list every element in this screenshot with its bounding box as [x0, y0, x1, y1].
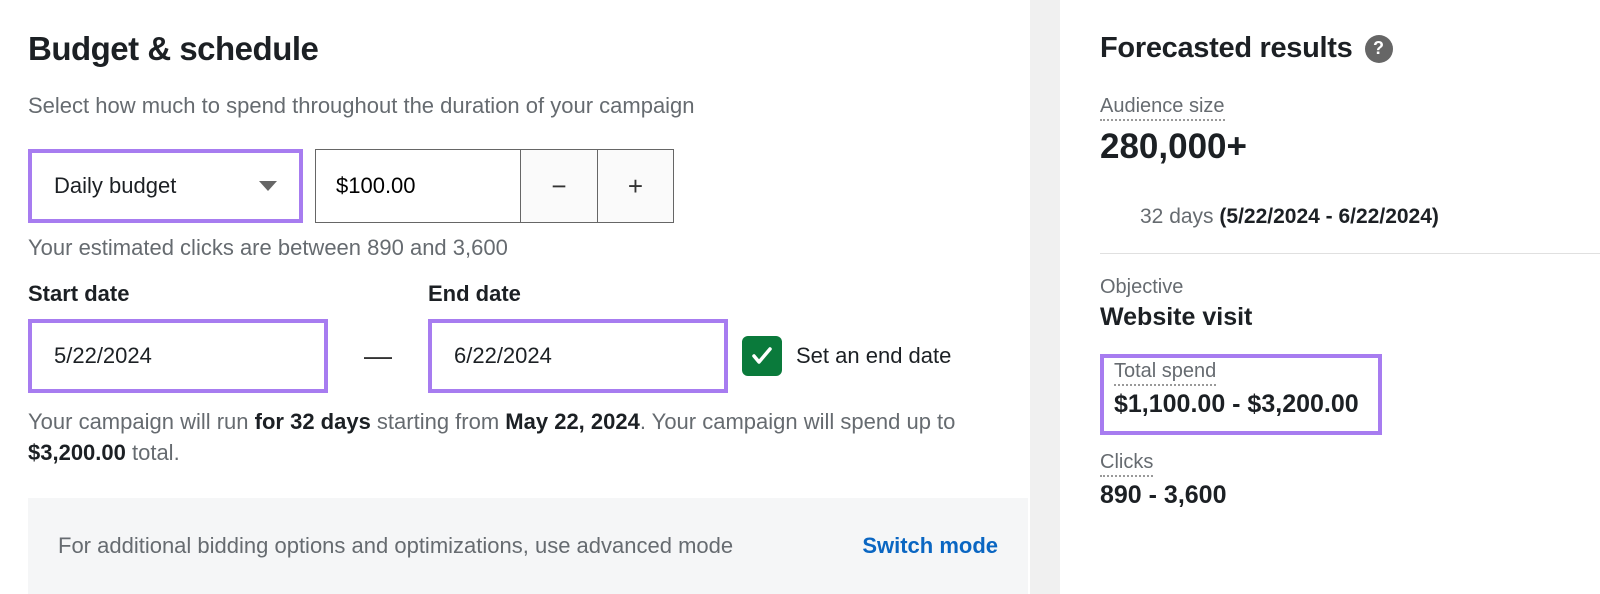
page-title: Budget & schedule: [28, 30, 1030, 68]
clicks-estimate-note: Your estimated clicks are between 890 an…: [28, 235, 1030, 261]
budget-type-value: Daily budget: [54, 173, 176, 199]
objective-value: Website visit: [1100, 303, 1600, 332]
clicks-label: Clicks: [1100, 451, 1153, 477]
advanced-mode-bar: For additional bidding options and optim…: [28, 498, 1028, 594]
total-spend-label: Total spend: [1114, 360, 1216, 386]
total-spend-value: $1,100.00 - $3,200.00: [1114, 390, 1368, 419]
budget-amount-stepper: − +: [315, 149, 674, 223]
objective-label: Objective: [1100, 276, 1600, 299]
campaign-run-summary: Your campaign will run for 32 days start…: [28, 407, 988, 469]
forecast-sidebar: Forecasted results ? Audience size 280,0…: [1060, 0, 1600, 594]
budget-amount-input[interactable]: [316, 150, 521, 222]
page-subhead: Select how much to spend throughout the …: [28, 93, 1030, 119]
decrement-button[interactable]: −: [521, 150, 597, 222]
start-date-label: Start date: [28, 281, 328, 307]
chevron-down-icon: [259, 181, 277, 191]
forecast-duration: 32 days (5/22/2024 - 6/22/2024): [1100, 189, 1600, 254]
audience-size-value: 280,000+: [1100, 127, 1600, 167]
check-icon: [750, 344, 774, 368]
help-icon[interactable]: ?: [1365, 35, 1393, 63]
start-date-value: 5/22/2024: [54, 343, 152, 369]
end-date-label: End date: [428, 281, 728, 307]
total-spend-block: Total spend $1,100.00 - $3,200.00: [1100, 354, 1382, 435]
switch-mode-link[interactable]: Switch mode: [862, 533, 998, 559]
advanced-mode-text: For additional bidding options and optim…: [58, 533, 733, 559]
audience-size-label: Audience size: [1100, 95, 1225, 121]
date-range-separator: —: [328, 319, 428, 393]
end-date-input[interactable]: 6/22/2024: [428, 319, 728, 393]
increment-button[interactable]: +: [597, 150, 673, 222]
set-end-date-checkbox[interactable]: [742, 336, 782, 376]
clicks-value: 890 - 3,600: [1100, 481, 1600, 510]
panel-divider: [1030, 0, 1060, 594]
budget-schedule-panel: Budget & schedule Select how much to spe…: [0, 0, 1030, 594]
budget-type-dropdown[interactable]: Daily budget: [28, 149, 303, 223]
forecast-title: Forecasted results: [1100, 32, 1353, 65]
end-date-value: 6/22/2024: [454, 343, 552, 369]
start-date-input[interactable]: 5/22/2024: [28, 319, 328, 393]
set-end-date-label: Set an end date: [796, 343, 951, 369]
